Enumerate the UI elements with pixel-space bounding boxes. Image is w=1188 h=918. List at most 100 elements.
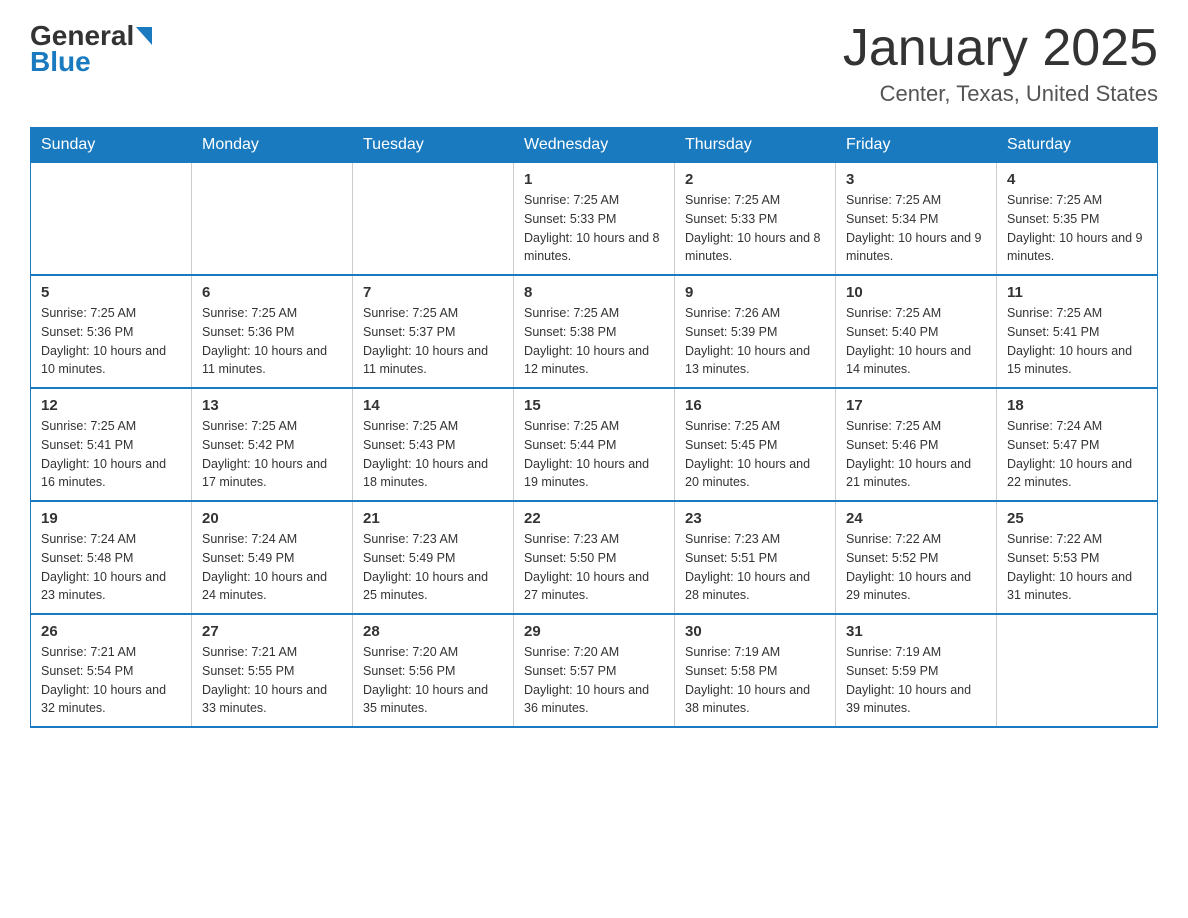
calendar-day-cell: 13 Sunrise: 7:25 AM Sunset: 5:42 PM Dayli… (192, 388, 353, 501)
calendar-day-cell: 2Sunrise: 7:25 AM Sunset: 5:33 PM Daylig… (675, 163, 836, 276)
calendar-day-cell (192, 163, 353, 276)
calendar-day-cell: 22Sunrise: 7:23 AM Sunset: 5:50 PM Dayli… (514, 501, 675, 614)
day-number: 30 (685, 623, 825, 640)
day-number: 15 (524, 397, 664, 414)
day-info: Sunrise: 7:23 AM Sunset: 5:51 PM Dayligh… (685, 530, 825, 605)
day-info: Sunrise: 7:25 AM Sunset: 5:33 PM Dayligh… (524, 191, 664, 266)
day-number: 2 (685, 171, 825, 188)
day-info: Sunrise: 7:25 AM Sunset: 5:35 PM Dayligh… (1007, 191, 1147, 266)
day-info: Sunrise: 7:25 AM Sunset: 5:38 PM Dayligh… (524, 304, 664, 379)
calendar-day-cell: 19 Sunrise: 7:24 AM Sunset: 5:48 PM Dayli… (31, 501, 192, 614)
calendar-week-row: 19 Sunrise: 7:24 AM Sunset: 5:48 PM Dayli… (31, 501, 1158, 614)
day-number: 12 (41, 397, 181, 414)
day-number: 14 (363, 397, 503, 414)
day-info: Sunrise: 7:21 AM Sunset: 5:54 PM Dayligh… (41, 643, 181, 718)
calendar-day-cell (31, 163, 192, 276)
logo[interactable]: General Blue (30, 20, 152, 78)
day-number: 23 (685, 510, 825, 527)
calendar-day-cell: 17 Sunrise: 7:25 AM Sunset: 5:46 PM Dayli… (836, 388, 997, 501)
day-info: Sunrise: 7:20 AM Sunset: 5:57 PM Dayligh… (524, 643, 664, 718)
day-number: 31 (846, 623, 986, 640)
calendar-week-row: 1 Sunrise: 7:25 AM Sunset: 5:33 PM Daylig… (31, 163, 1158, 276)
day-info: Sunrise: 7:25 AM Sunset: 5:42 PM Dayligh… (202, 417, 342, 492)
calendar-day-cell: 1 Sunrise: 7:25 AM Sunset: 5:33 PM Daylig… (514, 163, 675, 276)
calendar-day-cell (997, 614, 1158, 727)
day-info: Sunrise: 7:25 AM Sunset: 5:46 PM Dayligh… (846, 417, 986, 492)
day-number: 19 (41, 510, 181, 527)
header-row: Sunday Monday Tuesday Wednesday Thursday… (31, 128, 1158, 163)
col-wednesday: Wednesday (514, 128, 675, 163)
day-number: 10 (846, 284, 986, 301)
day-info: Sunrise: 7:24 AM Sunset: 5:48 PM Dayligh… (41, 530, 181, 605)
day-info: Sunrise: 7:25 AM Sunset: 5:37 PM Dayligh… (363, 304, 503, 379)
day-info: Sunrise: 7:21 AM Sunset: 5:55 PM Dayligh… (202, 643, 342, 718)
calendar-day-cell: 4 Sunrise: 7:25 AM Sunset: 5:35 PM Daylig… (997, 163, 1158, 276)
day-number: 9 (685, 284, 825, 301)
calendar-day-cell: 31 Sunrise: 7:19 AM Sunset: 5:59 PM Dayli… (836, 614, 997, 727)
day-info: Sunrise: 7:25 AM Sunset: 5:36 PM Dayligh… (202, 304, 342, 379)
calendar-day-cell: 3 Sunrise: 7:25 AM Sunset: 5:34 PM Daylig… (836, 163, 997, 276)
day-number: 3 (846, 171, 986, 188)
day-info: Sunrise: 7:20 AM Sunset: 5:56 PM Dayligh… (363, 643, 503, 718)
calendar-week-row: 12 Sunrise: 7:25 AM Sunset: 5:41 PM Dayli… (31, 388, 1158, 501)
day-info: Sunrise: 7:25 AM Sunset: 5:34 PM Dayligh… (846, 191, 986, 266)
day-info: Sunrise: 7:25 AM Sunset: 5:41 PM Dayligh… (41, 417, 181, 492)
col-friday: Friday (836, 128, 997, 163)
day-info: Sunrise: 7:25 AM Sunset: 5:36 PM Dayligh… (41, 304, 181, 379)
day-number: 25 (1007, 510, 1147, 527)
calendar-day-cell: 8 Sunrise: 7:25 AM Sunset: 5:38 PM Daylig… (514, 275, 675, 388)
calendar-week-row: 26 Sunrise: 7:21 AM Sunset: 5:54 PM Dayli… (31, 614, 1158, 727)
calendar-day-cell: 11Sunrise: 7:25 AM Sunset: 5:41 PM Dayli… (997, 275, 1158, 388)
calendar-day-cell: 6Sunrise: 7:25 AM Sunset: 5:36 PM Daylig… (192, 275, 353, 388)
calendar-body: 1 Sunrise: 7:25 AM Sunset: 5:33 PM Daylig… (31, 163, 1158, 728)
calendar-day-cell: 30 Sunrise: 7:19 AM Sunset: 5:58 PM Dayli… (675, 614, 836, 727)
calendar-day-cell: 16Sunrise: 7:25 AM Sunset: 5:45 PM Dayli… (675, 388, 836, 501)
day-number: 8 (524, 284, 664, 301)
calendar-day-cell: 23 Sunrise: 7:23 AM Sunset: 5:51 PM Dayli… (675, 501, 836, 614)
day-number: 24 (846, 510, 986, 527)
day-number: 11 (1007, 284, 1147, 301)
col-thursday: Thursday (675, 128, 836, 163)
day-info: Sunrise: 7:25 AM Sunset: 5:40 PM Dayligh… (846, 304, 986, 379)
day-number: 7 (363, 284, 503, 301)
calendar-day-cell: 10 Sunrise: 7:25 AM Sunset: 5:40 PM Dayli… (836, 275, 997, 388)
col-monday: Monday (192, 128, 353, 163)
calendar-header: Sunday Monday Tuesday Wednesday Thursday… (31, 128, 1158, 163)
day-number: 17 (846, 397, 986, 414)
day-info: Sunrise: 7:23 AM Sunset: 5:49 PM Dayligh… (363, 530, 503, 605)
day-info: Sunrise: 7:24 AM Sunset: 5:47 PM Dayligh… (1007, 417, 1147, 492)
calendar-subtitle: Center, Texas, United States (843, 81, 1158, 107)
day-number: 5 (41, 284, 181, 301)
calendar-table: Sunday Monday Tuesday Wednesday Thursday… (30, 127, 1158, 728)
calendar-day-cell: 20Sunrise: 7:24 AM Sunset: 5:49 PM Dayli… (192, 501, 353, 614)
day-info: Sunrise: 7:19 AM Sunset: 5:59 PM Dayligh… (846, 643, 986, 718)
col-saturday: Saturday (997, 128, 1158, 163)
calendar-day-cell: 12 Sunrise: 7:25 AM Sunset: 5:41 PM Dayli… (31, 388, 192, 501)
day-number: 13 (202, 397, 342, 414)
day-number: 16 (685, 397, 825, 414)
calendar-day-cell (353, 163, 514, 276)
day-info: Sunrise: 7:26 AM Sunset: 5:39 PM Dayligh… (685, 304, 825, 379)
calendar-day-cell: 18Sunrise: 7:24 AM Sunset: 5:47 PM Dayli… (997, 388, 1158, 501)
calendar-day-cell: 26 Sunrise: 7:21 AM Sunset: 5:54 PM Dayli… (31, 614, 192, 727)
calendar-day-cell: 14 Sunrise: 7:25 AM Sunset: 5:43 PM Dayli… (353, 388, 514, 501)
calendar-title: January 2025 (843, 20, 1158, 77)
calendar-day-cell: 9 Sunrise: 7:26 AM Sunset: 5:39 PM Daylig… (675, 275, 836, 388)
day-number: 26 (41, 623, 181, 640)
page-header: General Blue January 2025 Center, Texas,… (30, 20, 1158, 107)
day-info: Sunrise: 7:25 AM Sunset: 5:44 PM Dayligh… (524, 417, 664, 492)
day-number: 1 (524, 171, 664, 188)
calendar-day-cell: 28 Sunrise: 7:20 AM Sunset: 5:56 PM Dayli… (353, 614, 514, 727)
col-sunday: Sunday (31, 128, 192, 163)
day-number: 4 (1007, 171, 1147, 188)
day-info: Sunrise: 7:25 AM Sunset: 5:43 PM Dayligh… (363, 417, 503, 492)
calendar-day-cell: 21Sunrise: 7:23 AM Sunset: 5:49 PM Dayli… (353, 501, 514, 614)
calendar-day-cell: 5 Sunrise: 7:25 AM Sunset: 5:36 PM Daylig… (31, 275, 192, 388)
day-info: Sunrise: 7:22 AM Sunset: 5:52 PM Dayligh… (846, 530, 986, 605)
day-number: 22 (524, 510, 664, 527)
col-tuesday: Tuesday (353, 128, 514, 163)
day-number: 28 (363, 623, 503, 640)
calendar-day-cell: 29Sunrise: 7:20 AM Sunset: 5:57 PM Dayli… (514, 614, 675, 727)
day-number: 20 (202, 510, 342, 527)
day-info: Sunrise: 7:19 AM Sunset: 5:58 PM Dayligh… (685, 643, 825, 718)
